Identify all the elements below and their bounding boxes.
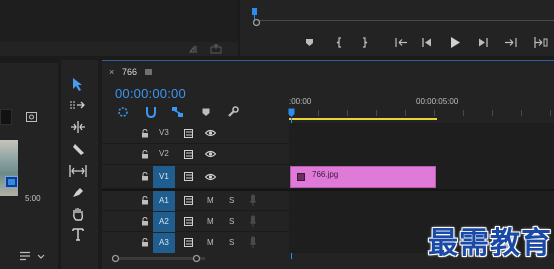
slip-tool-icon[interactable] <box>69 165 87 177</box>
track-row-v3: V3 <box>102 123 289 144</box>
track-select-tool-icon[interactable] <box>69 100 87 110</box>
track-row-a1: A1 M S <box>102 191 289 211</box>
tools-panel <box>61 60 98 269</box>
zoom-handle-icon[interactable] <box>252 18 261 27</box>
timeline-settings-wrench-icon[interactable] <box>227 106 239 118</box>
ripple-edit-tool-icon[interactable] <box>70 121 86 133</box>
track-row-a3: A3 M S <box>102 233 289 253</box>
voice-over-mic-icon[interactable] <box>249 194 257 207</box>
razor-tool-icon[interactable] <box>72 143 85 156</box>
track-label-v1[interactable]: V1 <box>159 172 169 181</box>
marker-icon[interactable] <box>305 38 314 47</box>
timeline-tab-highlight <box>102 60 554 61</box>
eye-icon[interactable] <box>205 150 216 158</box>
program-scrub-bar[interactable] <box>254 20 554 21</box>
timeline-playhead-icon[interactable] <box>288 108 295 118</box>
selection-tool-icon[interactable] <box>72 77 84 92</box>
track-row-v1: V1 <box>102 165 289 189</box>
thumb-duration: 5:00 <box>25 194 41 203</box>
sync-lock-icon[interactable] <box>184 196 195 205</box>
fx-badge-icon <box>297 173 305 181</box>
sync-lock-icon[interactable] <box>184 217 195 226</box>
hand-tool-icon[interactable] <box>71 207 85 221</box>
solo-button[interactable]: S <box>229 238 234 247</box>
time-ruler[interactable]: :00:00 00:00:05:00 <box>289 90 554 120</box>
sync-lock-icon[interactable] <box>184 238 195 247</box>
track-label-v2[interactable]: V2 <box>159 149 169 158</box>
track-label-a3[interactable]: A3 <box>159 238 169 247</box>
mute-button[interactable]: M <box>207 196 214 205</box>
source-panel <box>0 0 238 56</box>
zoom-handle-right-icon[interactable] <box>192 254 201 263</box>
sort-icon[interactable] <box>19 251 31 261</box>
go-to-out-icon[interactable] <box>504 37 517 48</box>
sync-lock-icon[interactable] <box>184 172 195 181</box>
video-clip[interactable]: 766.jpg <box>290 166 436 188</box>
lock-icon[interactable] <box>141 196 149 205</box>
voice-over-mic-icon[interactable] <box>249 215 257 228</box>
go-to-in-icon[interactable] <box>395 37 408 48</box>
ruler-ticks <box>289 110 554 116</box>
ruler-label-start: :00:00 <box>289 97 312 106</box>
step-back-icon[interactable] <box>421 37 432 48</box>
watermark: 最需教育 <box>428 226 552 261</box>
sync-lock-icon[interactable] <box>184 129 195 138</box>
export-frame-icon[interactable] <box>210 44 223 54</box>
lock-icon[interactable] <box>141 217 149 226</box>
clip-name: 766.jpg <box>312 170 339 179</box>
eye-icon[interactable] <box>205 173 216 181</box>
panel-menu-icon[interactable] <box>145 69 152 75</box>
track-label-a1[interactable]: A1 <box>159 196 169 205</box>
lane-divider <box>289 189 554 191</box>
source-monitor-area <box>0 0 238 42</box>
solo-button[interactable]: S <box>229 217 234 226</box>
mark-out-icon[interactable] <box>360 37 368 48</box>
lock-icon[interactable] <box>141 238 149 247</box>
new-bin-icon[interactable] <box>26 112 37 122</box>
track-row-v2: V2 <box>102 144 289 165</box>
project-tab-strip <box>0 60 58 63</box>
add-button-icon[interactable] <box>534 36 548 49</box>
play-icon[interactable] <box>450 36 461 49</box>
snap-icon[interactable] <box>145 106 157 118</box>
program-monitor <box>240 0 554 56</box>
ruler-label-5s: 00:00:05:00 <box>416 97 459 106</box>
pen-tool-icon[interactable] <box>71 186 85 199</box>
insert-icon[interactable] <box>189 45 201 54</box>
track-label-v3[interactable]: V3 <box>159 128 169 137</box>
chevron-down-icon[interactable] <box>37 254 45 259</box>
clip-badge-icon <box>5 176 18 188</box>
lock-icon[interactable] <box>141 129 149 138</box>
work-area-bar[interactable] <box>289 118 437 120</box>
step-forward-icon[interactable] <box>478 37 489 48</box>
eye-icon[interactable] <box>205 129 216 137</box>
project-panel: 5:00 <box>0 60 58 269</box>
close-tab-icon[interactable]: × <box>109 67 114 77</box>
voice-over-mic-icon[interactable] <box>249 236 257 249</box>
mark-in-icon[interactable] <box>336 37 344 48</box>
mute-button[interactable]: M <box>207 238 214 247</box>
track-header-area: V3 V2 V1 A1 M S A2 M S A3 M S <box>102 123 289 253</box>
add-marker-icon[interactable] <box>202 108 210 117</box>
search-field[interactable] <box>0 109 12 125</box>
lock-icon[interactable] <box>141 150 149 159</box>
type-tool-icon[interactable] <box>72 228 84 241</box>
nest-sequence-icon[interactable] <box>117 106 129 118</box>
track-row-a2: A2 M S <box>102 212 289 232</box>
mute-button[interactable]: M <box>207 217 214 226</box>
zoom-handle-left-icon[interactable] <box>111 254 120 263</box>
track-label-a2[interactable]: A2 <box>159 217 169 226</box>
lock-icon[interactable] <box>141 172 149 181</box>
linked-selection-icon[interactable] <box>171 106 184 118</box>
solo-button[interactable]: S <box>229 196 234 205</box>
timecode-display[interactable]: 00:00:00:00 <box>115 86 186 101</box>
sequence-tab-label[interactable]: 766 <box>122 67 137 77</box>
sync-lock-icon[interactable] <box>184 150 195 159</box>
